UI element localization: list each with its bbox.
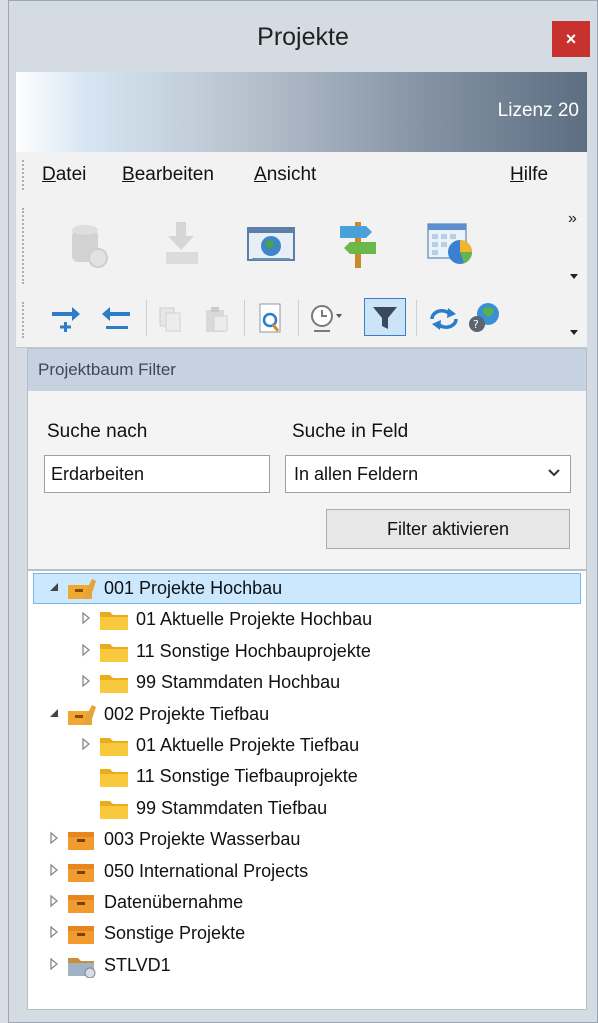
tree-row[interactable]: STLVD1 <box>28 950 584 981</box>
tree-row[interactable]: Datenübernahme <box>28 887 584 918</box>
project-folder-open-icon <box>68 704 96 725</box>
clock-icon[interactable] <box>308 302 348 336</box>
sync-icon[interactable] <box>426 304 462 334</box>
search-page-icon[interactable] <box>256 302 286 336</box>
project-box-icon <box>68 863 94 882</box>
project-box-icon <box>68 832 94 851</box>
tree-row-label: Datenübernahme <box>104 892 244 912</box>
folder-icon <box>100 738 128 756</box>
filter-panel-header: Projektbaum Filter <box>28 349 586 391</box>
tree-row[interactable]: 99 Stammdaten Hochbau <box>28 667 584 698</box>
field-label: Suche in Feld <box>292 421 409 442</box>
tree-row-label: 002 Projekte Tiefbau <box>104 703 270 724</box>
project-box-icon <box>68 926 94 945</box>
folder-icon <box>100 675 128 694</box>
toolbar1-dropdown-icon[interactable] <box>570 274 580 282</box>
folder-icon <box>100 643 128 662</box>
filter-icon <box>373 307 397 329</box>
copy-icon[interactable] <box>156 304 186 334</box>
tree-row[interactable]: 050 International Projects <box>28 856 584 887</box>
tree-row-label: 99 Stammdaten Hochbau <box>136 672 341 693</box>
collapsed-arrow-icon[interactable] <box>80 674 92 688</box>
collapsed-arrow-icon[interactable] <box>48 863 60 877</box>
license-banner: Lizenz 20 <box>16 72 587 152</box>
title-bar[interactable]: Projekte × <box>9 1 597 73</box>
menu-bearbeiten[interactable]: Bearbeiten <box>122 164 214 186</box>
folder-icon <box>100 800 128 819</box>
project-tree: 001 Projekte Hochbau 01 Aktuelle Projekte… <box>27 570 587 1010</box>
collapsed-arrow-icon[interactable] <box>48 894 60 908</box>
tree-row-label: 01 Aktuelle Projekte Tiefbau <box>136 735 360 755</box>
globe-screen-icon[interactable] <box>246 224 296 264</box>
tree-row[interactable]: 002 Projekte Tiefbau <box>28 699 584 730</box>
toolbar-separator <box>298 300 299 336</box>
menu-hilfe[interactable]: Hilfe <box>510 164 548 186</box>
filter-toggle-button[interactable] <box>364 298 406 336</box>
tree-row[interactable]: 11 Sonstige Tiefbauprojekte <box>28 761 584 792</box>
folder-icon <box>100 769 128 788</box>
tree-row[interactable]: Sonstige Projekte <box>28 918 584 949</box>
remove-arrow-icon[interactable] <box>100 304 134 334</box>
toolbar-grip[interactable] <box>22 208 25 284</box>
download-icon[interactable] <box>162 220 202 268</box>
collapsed-arrow-icon[interactable] <box>80 643 92 657</box>
filter-activate-button[interactable]: Filter aktivieren <box>326 509 570 549</box>
toolbar-separator <box>416 300 417 336</box>
collapsed-arrow-icon[interactable] <box>48 925 60 939</box>
menu-bar: Datei Bearbeiten Ansicht Hilfe <box>16 152 587 198</box>
search-input[interactable] <box>44 455 270 493</box>
chevron-down-icon <box>548 469 560 477</box>
menu-datei[interactable]: Datei <box>42 164 86 186</box>
paste-icon[interactable] <box>202 304 232 334</box>
tree-row[interactable]: 003 Projekte Wasserbau <box>28 824 584 855</box>
close-button[interactable]: × <box>552 21 590 57</box>
web-help-icon[interactable]: ? <box>466 300 504 336</box>
tree-row[interactable]: 99 Stammdaten Tiefbau <box>28 793 584 824</box>
window-title: Projekte <box>257 23 349 51</box>
projektbaum-filter-panel: Projektbaum Filter Suche nach Suche in F… <box>27 348 587 570</box>
collapsed-arrow-icon[interactable] <box>48 831 60 845</box>
signpost-icon[interactable] <box>336 218 380 270</box>
field-select[interactable]: In allen Feldern <box>285 455 571 493</box>
expanded-arrow-icon[interactable] <box>48 580 60 594</box>
expanded-arrow-icon[interactable] <box>48 706 60 720</box>
toolbar-overflow-button[interactable]: » <box>568 210 577 228</box>
calendar-chart-icon[interactable] <box>426 220 476 268</box>
database-icon[interactable] <box>68 222 112 268</box>
tree-row-label: 11 Sonstige Hochbauprojekte <box>136 640 371 661</box>
add-arrow-icon[interactable] <box>50 304 84 334</box>
tree-row-label: 001 Projekte Hochbau <box>104 578 283 598</box>
toolbar2-grip[interactable] <box>22 302 25 338</box>
search-label: Suche nach <box>47 421 148 442</box>
toolbar2-dropdown-icon[interactable] <box>570 330 580 338</box>
collapsed-arrow-icon[interactable] <box>80 611 92 625</box>
tree-row[interactable]: 01 Aktuelle Projekte Hochbau <box>28 604 584 635</box>
tree-row-label: 11 Sonstige Tiefbauprojekte <box>136 766 358 787</box>
field-select-value: In allen Feldern <box>294 464 419 484</box>
collapsed-arrow-icon[interactable] <box>80 737 92 751</box>
project-folder-open-icon <box>68 579 96 599</box>
folder-icon <box>100 612 128 631</box>
secondary-toolbar: ? <box>16 292 587 348</box>
menu-ansicht[interactable]: Ansicht <box>254 164 316 186</box>
menubar-grip[interactable] <box>22 160 25 190</box>
collapsed-arrow-icon[interactable] <box>48 957 60 971</box>
toolbar-separator <box>244 300 245 336</box>
tree-row-label: STLVD1 <box>104 954 171 975</box>
tree-row-label: 003 Projekte Wasserbau <box>104 829 301 850</box>
tree-row-label: Sonstige Projekte <box>104 923 246 944</box>
toolbar-separator <box>146 300 147 336</box>
tree-row-label: 99 Stammdaten Tiefbau <box>136 797 328 818</box>
main-toolbar: » <box>16 198 587 292</box>
tree-row-label: 01 Aktuelle Projekte Hochbau <box>136 609 373 630</box>
svg-text:?: ? <box>473 318 479 331</box>
tree-row[interactable]: 11 Sonstige Hochbauprojekte <box>28 636 584 667</box>
project-box-icon <box>68 895 94 913</box>
tree-row-label: 050 International Projects <box>104 860 309 881</box>
tree-row[interactable]: 01 Aktuelle Projekte Tiefbau <box>28 730 584 761</box>
license-label: Lizenz 20 <box>497 100 579 121</box>
tree-row[interactable]: 001 Projekte Hochbau <box>28 573 584 604</box>
network-folder-icon <box>68 957 96 978</box>
